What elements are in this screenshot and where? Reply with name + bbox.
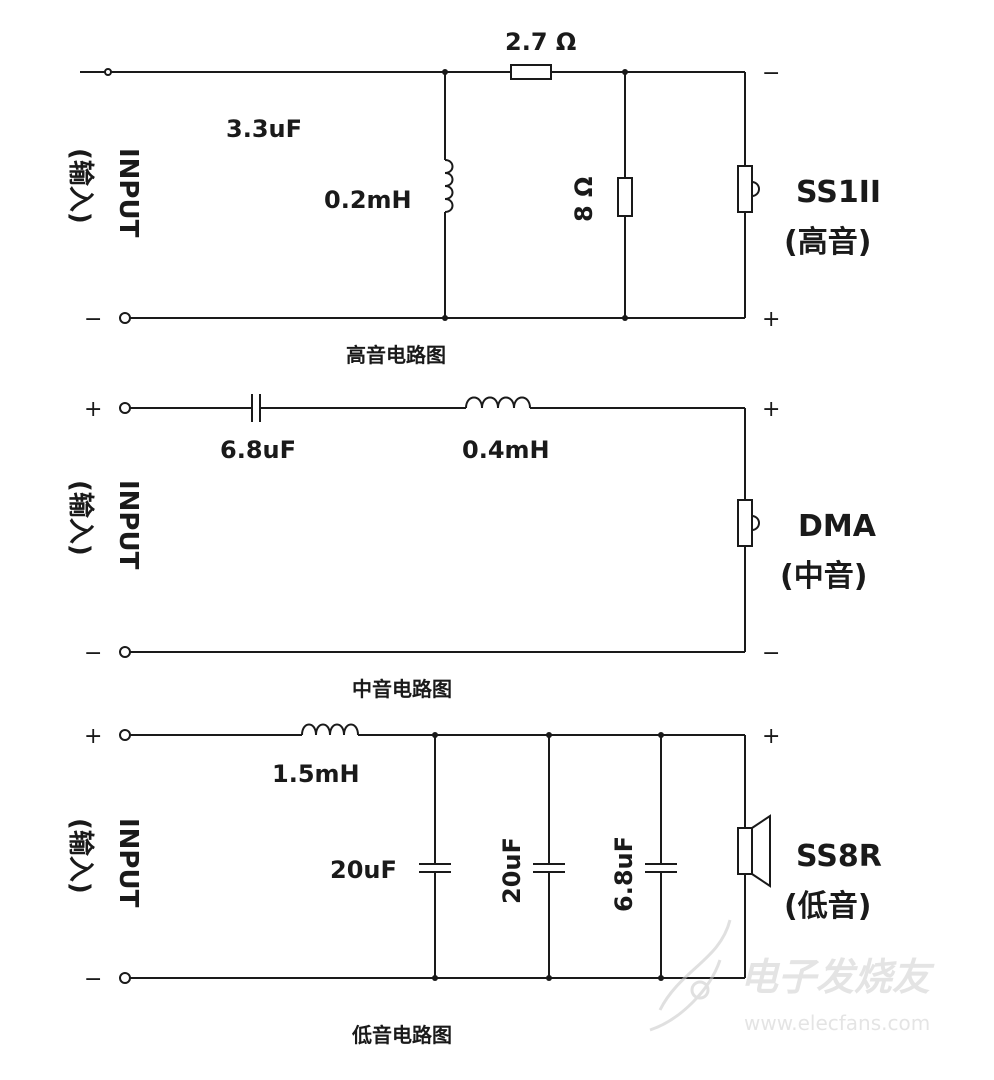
tweeter-inductor-label: 0.2mH bbox=[324, 186, 412, 214]
woofer-capacitor-2-label: 20uF bbox=[498, 837, 526, 904]
tweeter-speaker-minus: − bbox=[762, 61, 780, 86]
watermark-url: www.elecfans.com bbox=[744, 1011, 930, 1035]
tweeter-input-minus: − bbox=[84, 307, 102, 332]
midrange-circuit: 6.8uF 0.4mH DMA (中音) + − + − INPUT (输入) … bbox=[65, 394, 877, 701]
midrange-speaker-name: DMA bbox=[798, 509, 877, 544]
woofer-input-label-cn: (输入) bbox=[65, 818, 96, 894]
tweeter-circuit: 3.3uF 2.7 Ω 0.2mH 8 Ω SS1II (高音) − + − I… bbox=[65, 28, 881, 367]
tweeter-series-resistor bbox=[510, 64, 552, 80]
crossover-circuit-diagram: 3.3uF 2.7 Ω 0.2mH 8 Ω SS1II (高音) − + − I… bbox=[65, 28, 935, 1047]
woofer-circuit-caption: 低音电路图 bbox=[351, 1023, 452, 1047]
woofer-speaker-type: (低音) bbox=[784, 889, 871, 924]
midrange-input-top-terminal bbox=[119, 402, 131, 414]
woofer-capacitor-1 bbox=[419, 732, 451, 981]
woofer-capacitor-3-label: 6.8uF bbox=[610, 836, 638, 912]
midrange-speaker-minus: − bbox=[762, 641, 780, 666]
woofer-speaker-symbol bbox=[737, 814, 771, 888]
woofer-input-minus: − bbox=[84, 967, 102, 992]
midrange-inductor bbox=[465, 396, 531, 409]
tweeter-shunt-resistor bbox=[617, 177, 633, 217]
woofer-speaker-name: SS8R bbox=[796, 839, 882, 874]
tweeter-inductor bbox=[444, 159, 454, 213]
midrange-capacitor-label: 6.8uF bbox=[220, 436, 296, 464]
tweeter-speaker-type: (高音) bbox=[784, 225, 871, 260]
woofer-speaker-plus: + bbox=[762, 724, 780, 749]
midrange-circuit-caption: 中音电路图 bbox=[352, 677, 452, 701]
tweeter-input-label-cn: (输入) bbox=[65, 148, 96, 224]
tweeter-series-resistor-label: 2.7 Ω bbox=[505, 28, 576, 56]
midrange-capacitor bbox=[251, 394, 261, 422]
watermark-text: 电子发烧友 bbox=[740, 955, 935, 999]
midrange-input-plus: + bbox=[84, 397, 102, 422]
midrange-input-bottom-terminal bbox=[119, 646, 131, 658]
tweeter-shunt-resistor-label: 8 Ω bbox=[570, 177, 598, 222]
woofer-capacitor-2 bbox=[533, 732, 565, 981]
tweeter-circuit-caption: 高音电路图 bbox=[346, 343, 446, 367]
woofer-inductor bbox=[301, 723, 359, 736]
woofer-input-top-terminal bbox=[119, 729, 131, 741]
midrange-speaker-type: (中音) bbox=[780, 559, 867, 594]
midrange-input-label: INPUT bbox=[113, 480, 143, 570]
tweeter-capacitor-label: 3.3uF bbox=[226, 115, 302, 143]
tweeter-speaker-symbol bbox=[737, 165, 753, 213]
tweeter-input-bottom-terminal bbox=[119, 312, 131, 324]
woofer-input-label: INPUT bbox=[113, 818, 143, 908]
midrange-inductor-label: 0.4mH bbox=[462, 436, 550, 464]
midrange-speaker-plus: + bbox=[762, 397, 780, 422]
tweeter-speaker-plus: + bbox=[762, 307, 780, 332]
midrange-input-minus: − bbox=[84, 641, 102, 666]
tweeter-input-top-terminal bbox=[104, 68, 112, 76]
woofer-input-bottom-terminal bbox=[119, 972, 131, 984]
midrange-speaker-symbol bbox=[737, 499, 753, 547]
midrange-input-label-cn: (输入) bbox=[65, 480, 96, 556]
woofer-capacitor-3 bbox=[645, 732, 677, 981]
woofer-inductor-label: 1.5mH bbox=[272, 760, 360, 788]
woofer-input-plus: + bbox=[84, 724, 102, 749]
woofer-capacitor-1-label: 20uF bbox=[330, 856, 397, 884]
tweeter-input-label: INPUT bbox=[113, 148, 143, 238]
tweeter-speaker-name: SS1II bbox=[796, 175, 881, 210]
